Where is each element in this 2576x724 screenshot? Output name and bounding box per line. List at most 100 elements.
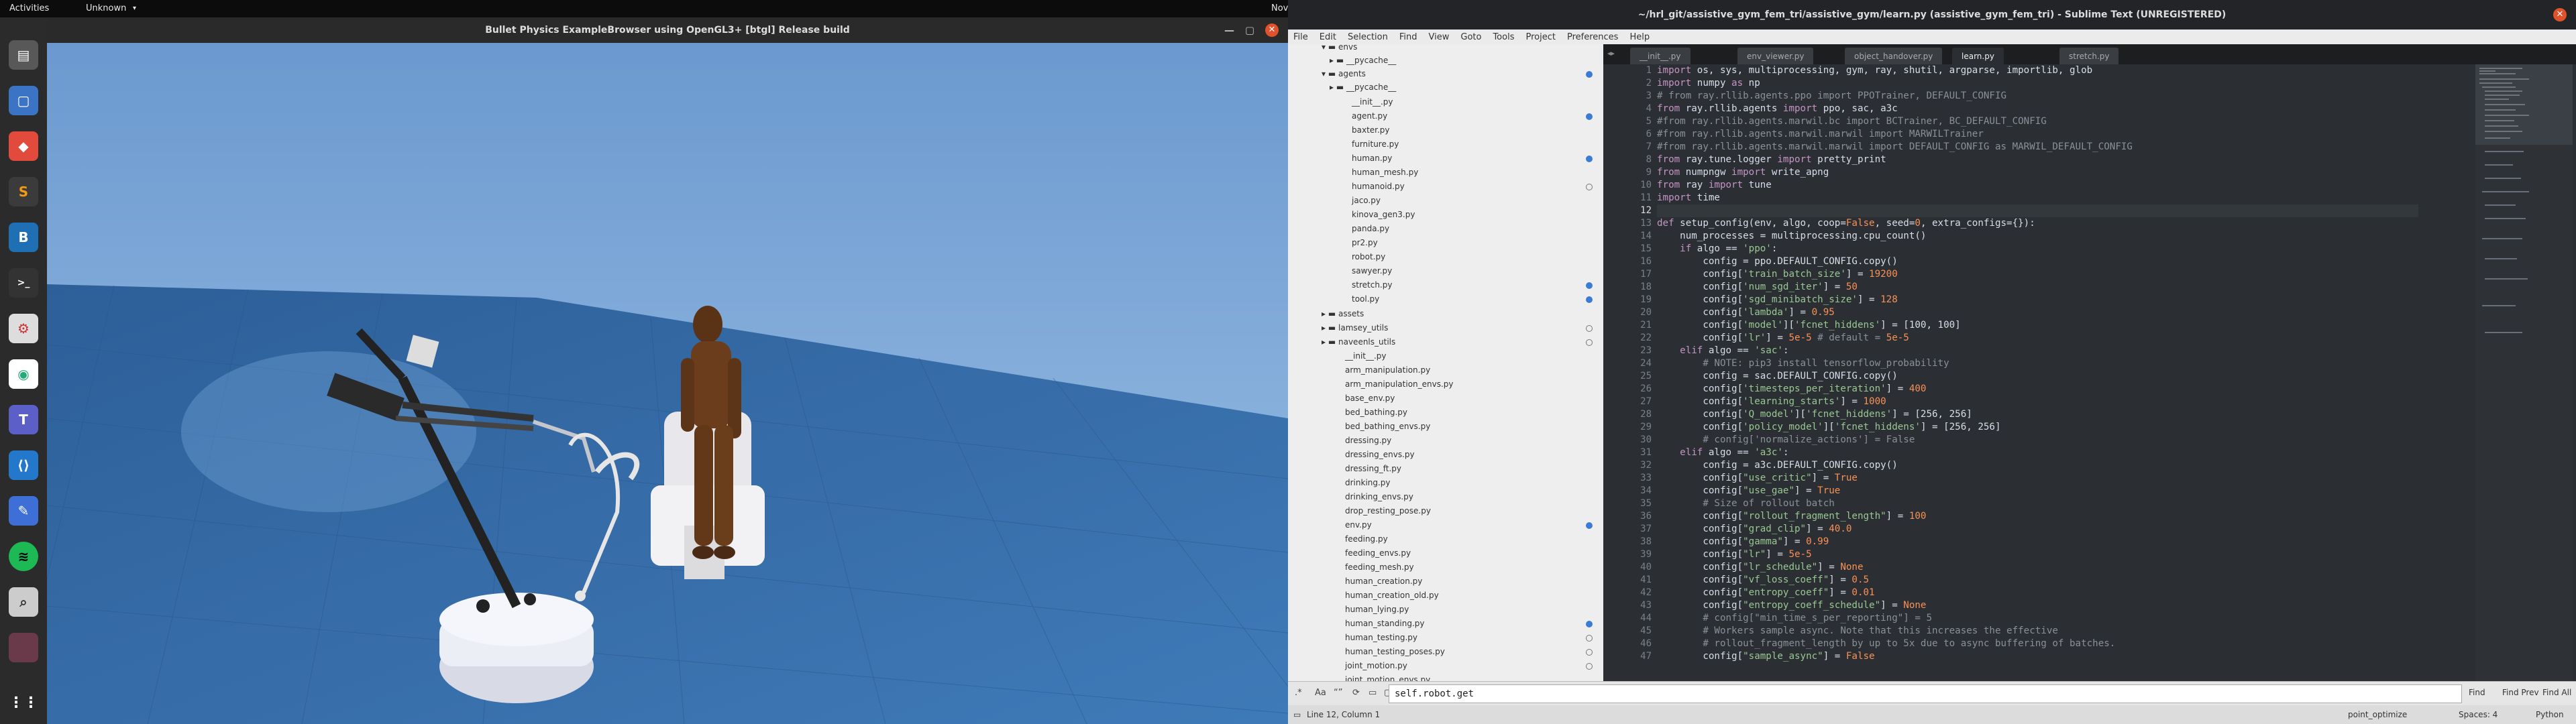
menu-selection[interactable]: Selection [1348,32,1388,42]
sublime-text-icon[interactable]: S [9,177,38,206]
menu-edit[interactable]: Edit [1320,32,1336,42]
file-item[interactable]: furniture.py [1352,137,1399,151]
menu-find[interactable]: Find [1399,32,1417,42]
menu-project[interactable]: Project [1525,32,1555,42]
file-item[interactable]: base_env.py [1345,391,1395,405]
tab-env-viewer[interactable]: env_viewer.py [1737,48,1814,64]
file-item[interactable]: humanoid.py [1352,180,1405,193]
file-item[interactable]: tool.py [1352,292,1379,306]
folder-assets[interactable]: ▸ ▬ assets [1322,307,1364,320]
find-all-button[interactable]: Find All [2542,688,2571,697]
close-icon[interactable]: ✕ [1265,23,1279,37]
file-item[interactable]: feeding_mesh.py [1345,560,1414,574]
folder-naveenls-utils[interactable]: ▸ ▬ naveenls_utils [1322,335,1395,349]
close-icon[interactable]: ✕ [2553,8,2567,21]
anydesk-icon[interactable]: ◆ [9,131,38,161]
folder-envs[interactable]: ▾ ▬ envs [1322,44,1357,54]
screenshot-icon[interactable]: ▢ [9,86,38,115]
tab-object-handover[interactable]: object_handover.py [1845,48,1943,64]
file-item[interactable]: drinking.py [1345,476,1391,489]
vscode-icon[interactable]: ⟨⟩ [9,450,38,480]
file-item[interactable]: joint_motion_envs.py [1345,673,1430,681]
file-item[interactable]: human_standing.py [1345,617,1424,630]
activities-button[interactable]: Activities [9,3,49,13]
app-menu[interactable]: Unknown [86,3,126,13]
folder-agents[interactable]: ▾ ▬ agents [1322,67,1366,80]
folder-lamsey-utils[interactable]: ▸ ▬ lamsey_utils [1322,321,1388,335]
file-item[interactable]: panda.py [1352,222,1389,235]
file-item[interactable]: baxter.py [1352,123,1390,137]
file-item[interactable]: __init__.py [1345,349,1387,363]
bullet-icon[interactable]: B [9,223,38,252]
apps-grid-icon[interactable]: ⋮⋮ [9,688,38,717]
whole-word-toggle-icon[interactable]: “” [1334,688,1342,698]
syntax-setting[interactable]: Python [2536,710,2564,719]
code-editor[interactable]: import os, sys, multiprocessing, gym, ra… [1657,64,2418,681]
find-prev-button[interactable]: Find Prev [2502,688,2539,697]
git-branch[interactable]: point_optimize [2348,710,2407,719]
file-item[interactable]: robot.py [1352,250,1385,263]
file-item[interactable]: joint_motion.py [1345,659,1407,672]
file-item[interactable]: human_lying.py [1345,603,1409,616]
settings-icon[interactable]: ⚙ [9,314,38,343]
spotify-icon[interactable]: ≋ [9,542,38,571]
in-selection-toggle-icon[interactable]: ▭ [1368,688,1377,698]
file-item[interactable]: drop_resting_pose.py [1345,504,1431,518]
wrap-toggle-icon[interactable]: ⟳ [1352,688,1360,698]
chevron-down-icon[interactable]: ▾ [133,5,136,12]
file-item[interactable]: sawyer.py [1352,264,1392,278]
file-item[interactable]: dressing_envs.py [1345,448,1415,461]
minimize-icon[interactable]: — [1224,24,1234,36]
folder-pycache-2[interactable]: ▸ ▬ __pycache__ [1330,80,1396,94]
minimap[interactable] [2475,64,2573,681]
file-item[interactable]: arm_manipulation.py [1345,363,1430,377]
file-item[interactable]: env.py [1345,518,1372,532]
menu-view[interactable]: View [1429,32,1450,42]
teams-icon[interactable]: T [9,405,38,434]
text-editor-icon[interactable]: ✎ [9,496,38,526]
chrome-icon[interactable]: ◉ [9,359,38,389]
file-item[interactable]: bed_bathing_envs.py [1345,420,1430,433]
find-input[interactable] [1389,684,2462,703]
file-item[interactable]: bed_bathing.py [1345,406,1407,419]
file-item[interactable]: feeding_envs.py [1345,546,1411,560]
terminal-icon[interactable]: >_ [9,268,38,298]
tab-stretch[interactable]: stretch.py [2059,48,2119,64]
file-item[interactable]: dressing.py [1345,434,1391,447]
file-item[interactable]: human_mesh.py [1352,166,1418,179]
file-item[interactable]: human_testing.py [1345,631,1417,644]
files-icon[interactable]: ▤ [9,40,38,70]
menu-goto[interactable]: Goto [1460,32,1481,42]
file-item[interactable]: human_creation.py [1345,575,1422,588]
menu-preferences[interactable]: Preferences [1567,32,1618,42]
tab-nav-icon[interactable]: ◂▸ [1607,49,1615,58]
active-window-icon[interactable] [9,633,38,662]
panel-toggle-icon[interactable]: ▭ [1293,710,1301,719]
file-item[interactable]: jaco.py [1352,194,1381,207]
folder-pycache[interactable]: ▸ ▬ __pycache__ [1330,54,1396,67]
file-item[interactable]: agent.py [1352,109,1387,123]
file-item[interactable]: arm_manipulation_envs.py [1345,377,1454,391]
menu-tools[interactable]: Tools [1493,32,1514,42]
simulation-viewport[interactable] [47,43,1288,724]
file-item[interactable]: human_testing_poses.py [1345,645,1445,658]
file-item[interactable]: feeding.py [1345,532,1388,546]
file-item[interactable]: human_creation_old.py [1345,589,1439,602]
file-item[interactable]: dressing_ft.py [1345,462,1401,475]
file-item[interactable]: stretch.py [1352,278,1392,292]
regex-toggle-icon[interactable]: .* [1295,688,1302,698]
file-item[interactable]: human.py [1352,152,1392,165]
find-button[interactable]: Find [2469,688,2485,697]
file-item[interactable]: pr2.py [1352,236,1378,249]
maximize-icon[interactable]: ▢ [1245,24,1254,36]
menu-help[interactable]: Help [1629,32,1650,42]
tab-learn[interactable]: learn.py [1952,48,2004,64]
file-item[interactable]: __init__.py [1352,95,1393,109]
indentation-setting[interactable]: Spaces: 4 [2459,710,2498,719]
screenshot-tool-icon[interactable]: ⌕ [9,587,38,617]
file-item[interactable]: drinking_envs.py [1345,490,1413,503]
tab-init[interactable]: __init__.py [1630,48,1690,64]
case-toggle-icon[interactable]: Aa [1315,688,1326,698]
file-item[interactable]: kinova_gen3.py [1352,208,1415,221]
menu-file[interactable]: File [1293,32,1308,42]
